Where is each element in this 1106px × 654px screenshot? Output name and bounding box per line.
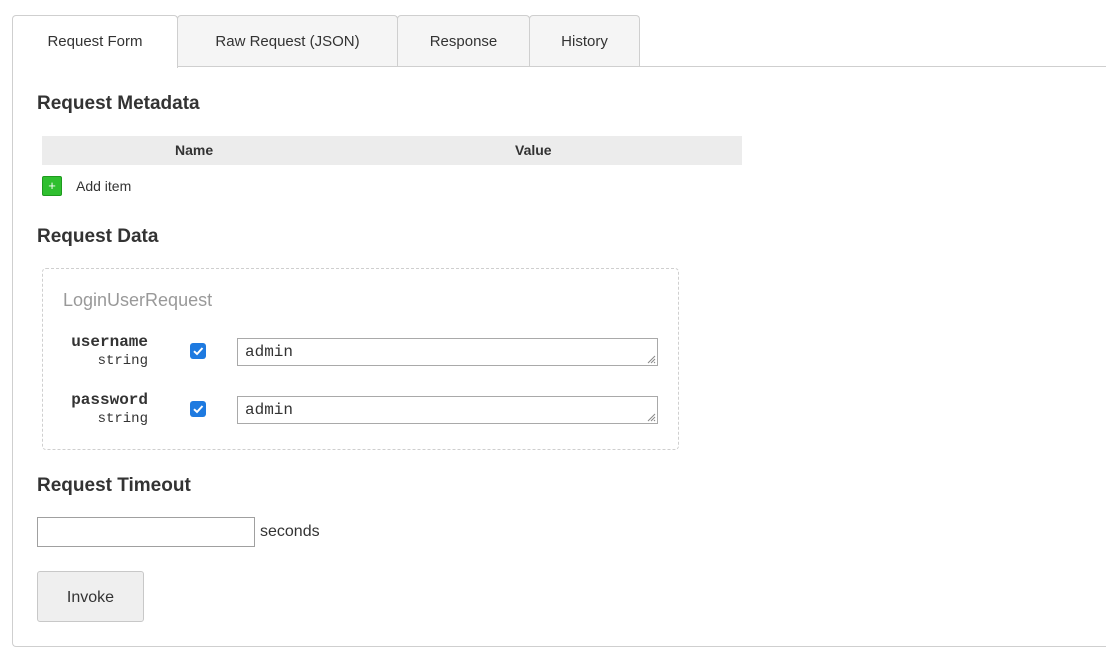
check-icon (193, 347, 204, 356)
tab-bar: Request Form Raw Request (JSON) Response… (12, 15, 1106, 68)
field-type-username: string (97, 353, 148, 369)
timeout-input[interactable] (37, 517, 255, 547)
message-type-name: LoginUserRequest (63, 290, 213, 310)
password-input[interactable]: admin (237, 396, 658, 424)
column-value: Value (515, 142, 552, 158)
username-input[interactable]: admin (237, 338, 658, 366)
field-name-username: username (71, 333, 148, 351)
password-value: admin (245, 401, 294, 419)
tab-raw-request[interactable]: Raw Request (JSON) (177, 15, 398, 66)
timeout-unit-label: seconds (260, 523, 320, 540)
column-name: Name (175, 142, 214, 158)
tab-response[interactable]: Response (397, 15, 530, 66)
invoke-button[interactable]: Invoke (37, 571, 144, 622)
tab-request-form[interactable]: Request Form (12, 15, 178, 68)
add-item-button[interactable]: + (42, 176, 62, 196)
username-value: admin (245, 343, 294, 361)
request-data-heading: Request Data (37, 226, 159, 247)
check-icon (193, 405, 204, 414)
add-item-label[interactable]: Add item (76, 178, 131, 194)
resize-handle-icon[interactable] (647, 413, 656, 422)
metadata-heading: Request Metadata (37, 93, 200, 114)
field-name-password: password (71, 391, 148, 409)
metadata-table-header: Name Value (42, 136, 742, 165)
field-type-password: string (97, 411, 148, 427)
timeout-heading: Request Timeout (37, 475, 191, 496)
plus-icon: + (48, 178, 56, 193)
password-include-checkbox[interactable] (190, 401, 206, 417)
tab-history[interactable]: History (529, 15, 640, 66)
resize-handle-icon[interactable] (647, 355, 656, 364)
username-include-checkbox[interactable] (190, 343, 206, 359)
